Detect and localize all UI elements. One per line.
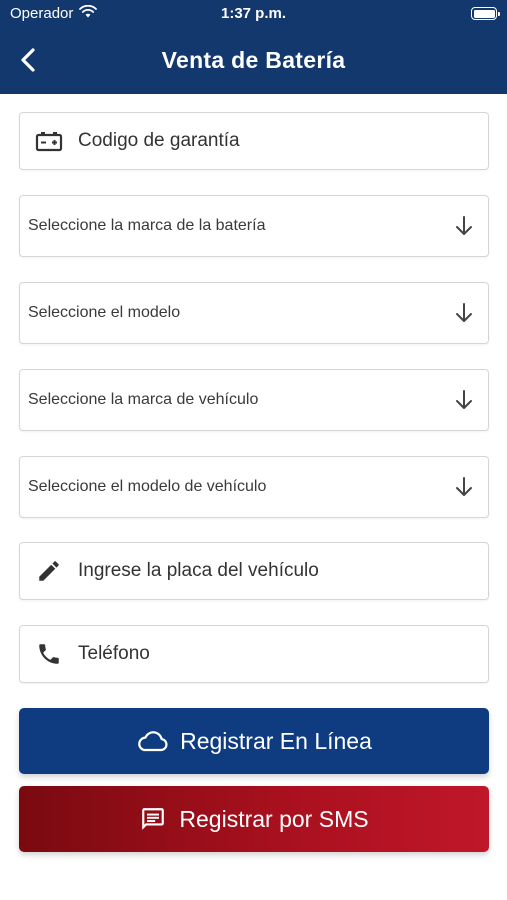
battery-brand-select[interactable]: Seleccione la marca de la batería	[19, 195, 489, 257]
phone-icon	[34, 639, 64, 669]
model-select[interactable]: Seleccione el modelo	[19, 282, 489, 344]
status-time: 1:37 p.m.	[220, 5, 287, 22]
register-online-button[interactable]: Registrar En Línea	[19, 708, 489, 774]
plate-placeholder: Ingrese la placa del vehículo	[78, 560, 319, 581]
page-title: Venta de Batería	[161, 47, 346, 73]
phone-placeholder: Teléfono	[78, 643, 150, 664]
register-sms-button[interactable]: Registrar por SMS	[19, 786, 489, 852]
pencil-icon	[34, 556, 64, 586]
vehicle-brand-select[interactable]: Seleccione la marca de vehículo	[19, 369, 489, 431]
battery-brand-placeholder: Seleccione la marca de la batería	[28, 217, 266, 234]
model-placeholder: Seleccione el modelo	[28, 304, 181, 321]
warranty-code-field[interactable]: Codigo de garantía	[19, 112, 489, 170]
battery-icon	[34, 126, 64, 156]
register-sms-label: Registrar por SMS	[179, 805, 369, 832]
cloud-icon	[138, 731, 168, 752]
vehicle-brand-placeholder: Seleccione la marca de vehículo	[28, 391, 259, 408]
arrow-down-icon	[456, 303, 472, 322]
arrow-down-icon	[456, 390, 472, 409]
vehicle-model-select[interactable]: Seleccione el modelo de vehículo	[19, 456, 489, 518]
status-bar: Operador 1:37 p.m.	[0, 0, 507, 28]
app-header: Venta de Batería	[0, 28, 507, 94]
battery-status-icon	[471, 7, 500, 20]
vehicle-model-placeholder: Seleccione el modelo de vehículo	[28, 478, 267, 495]
phone-field[interactable]: Teléfono	[19, 625, 489, 683]
message-icon	[142, 808, 165, 830]
arrow-down-icon	[456, 477, 472, 496]
register-online-label: Registrar En Línea	[180, 727, 372, 754]
arrow-down-icon	[456, 216, 472, 235]
plate-field[interactable]: Ingrese la placa del vehículo	[19, 542, 489, 600]
warranty-code-placeholder: Codigo de garantía	[78, 130, 240, 151]
